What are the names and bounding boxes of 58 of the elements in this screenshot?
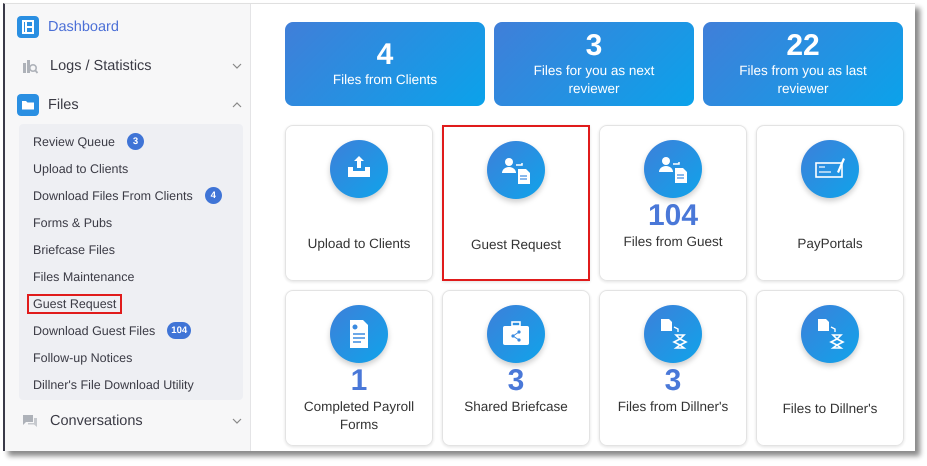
briefcase-share-icon <box>487 305 545 363</box>
chevron-up-icon[interactable] <box>232 102 242 108</box>
folder-icon <box>17 94 39 116</box>
submenu-item[interactable]: Follow-up Notices <box>27 348 138 368</box>
stat-label: Files from Clients <box>332 71 438 89</box>
submenu-item[interactable]: Download Files From Clients <box>27 186 199 206</box>
tile-label: PayPortals <box>796 235 864 253</box>
tile-card[interactable]: 3 Files from Dillner's <box>599 290 747 446</box>
tile-card[interactable]: 1 Completed Payroll Forms <box>285 290 433 446</box>
person-document-icon <box>487 141 545 199</box>
submenu-item[interactable]: Guest Request <box>27 294 122 314</box>
chat-icon <box>21 412 39 430</box>
tile-count: 104 <box>648 200 698 232</box>
document-check-icon <box>330 305 388 363</box>
tile-label: Completed Payroll Forms <box>302 398 416 434</box>
submenu-item[interactable]: Review Queue <box>27 132 121 152</box>
tile-card[interactable]: 3 Shared Briefcase <box>442 290 590 446</box>
submenu-item[interactable]: Upload to Clients <box>27 158 134 178</box>
tile-label: Files from Guest <box>622 233 724 251</box>
count-badge: 3 <box>127 133 144 150</box>
chevron-down-icon[interactable] <box>232 418 242 424</box>
chart-icon <box>21 57 39 75</box>
tile-card[interactable]: PayPortals <box>756 125 904 281</box>
tile-card[interactable]: 104 Files from Guest <box>599 125 747 281</box>
person-document-icon <box>644 140 702 198</box>
tile-card[interactable]: Guest Request <box>442 125 590 281</box>
document-transfer-icon <box>644 305 702 363</box>
submenu-item[interactable]: Dillner's File Download Utility <box>27 374 200 394</box>
chevron-down-icon[interactable] <box>232 63 242 69</box>
tile-label: Files from Dillner's <box>616 398 730 416</box>
upload-icon <box>330 140 388 198</box>
document-transfer-icon <box>801 305 859 363</box>
stat-count: 3 <box>586 30 602 62</box>
tile-count: 1 <box>350 365 368 397</box>
stat-count: 22 <box>786 30 820 62</box>
tile-card[interactable]: Files to Dillner's <box>756 290 904 446</box>
submenu-item[interactable]: Forms & Pubs <box>27 212 118 232</box>
nav-item[interactable]: Files <box>17 94 79 116</box>
stat-label: Files from you as last reviewer <box>738 62 868 98</box>
tile-count: 3 <box>664 365 682 397</box>
count-badge: 104 <box>167 322 192 339</box>
check-icon <box>801 140 859 198</box>
nav-item[interactable]: Conversations <box>17 412 143 430</box>
stat-count: 4 <box>376 39 394 71</box>
stat-label: Files for you as next reviewer <box>532 62 656 98</box>
tile-label: Shared Briefcase <box>463 398 569 416</box>
tile-label: Files to Dillner's <box>782 400 878 418</box>
tile-card[interactable]: Upload to Clients <box>285 125 433 281</box>
count-badge: 4 <box>204 187 222 204</box>
dashboard-icon <box>17 16 39 38</box>
tile-label: Upload to Clients <box>306 235 412 253</box>
submenu-item[interactable]: Briefcase Files <box>27 240 121 260</box>
tile-label: Guest Request <box>470 236 562 254</box>
submenu-item[interactable]: Download Guest Files <box>27 320 162 340</box>
nav-item[interactable]: Logs / Statistics <box>17 57 152 75</box>
nav-item[interactable]: Dashboard <box>17 16 119 38</box>
tile-count: 3 <box>508 365 524 397</box>
submenu-item[interactable]: Files Maintenance <box>27 266 140 286</box>
